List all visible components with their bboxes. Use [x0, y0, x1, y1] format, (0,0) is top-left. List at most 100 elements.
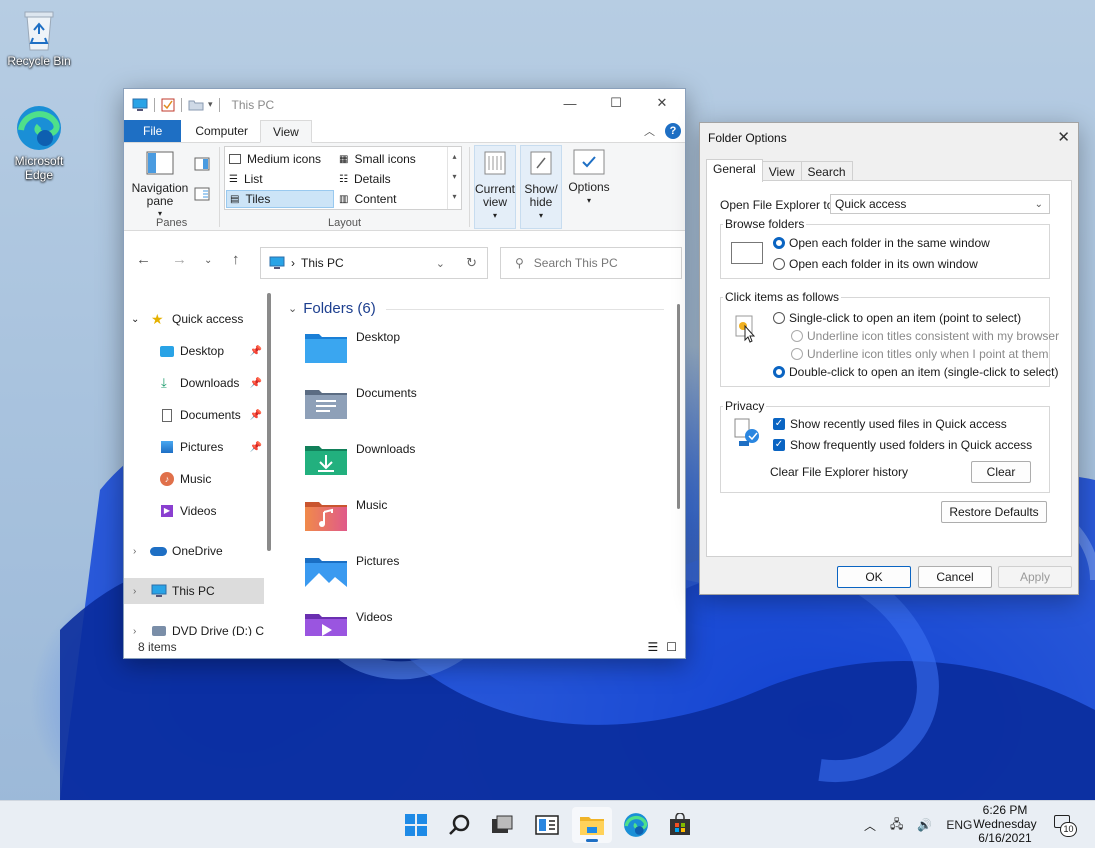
desktop-icon-recycle-bin[interactable]: Recycle Bin: [4, 8, 74, 68]
nav-item-label: OneDrive: [172, 544, 223, 558]
folder-tile-pictures[interactable]: Pictures: [304, 554, 399, 588]
address-bar[interactable]: › This PC ⌄ ↻: [260, 247, 488, 279]
tab-view[interactable]: View: [761, 161, 802, 182]
nav-item-documents[interactable]: Documents 📌: [124, 402, 264, 428]
restore-defaults-button[interactable]: Restore Defaults: [941, 501, 1047, 523]
radio-underline-point[interactable]: Underline icon titles only when I point …: [791, 347, 1048, 361]
taskbar-store[interactable]: [660, 807, 700, 843]
collapse-ribbon-icon[interactable]: ︿: [644, 123, 655, 139]
taskbar-file-explorer[interactable]: [572, 807, 612, 843]
radio-own-window[interactable]: Open each folder in its own window: [773, 257, 978, 271]
tab-view[interactable]: View: [260, 120, 312, 143]
nav-pane-scrollbar[interactable]: [267, 293, 271, 551]
nav-item-quick-access[interactable]: ⌄ ★ Quick access: [124, 306, 264, 332]
help-icon[interactable]: ?: [665, 123, 681, 139]
dialog-close-button[interactable]: ✕: [1057, 128, 1070, 146]
folder-tile-documents[interactable]: Documents: [304, 386, 417, 420]
chevron-right-icon[interactable]: ›: [133, 626, 136, 637]
options-button[interactable]: Options ▾: [566, 149, 612, 207]
notifications-button[interactable]: 10: [1054, 815, 1077, 837]
layout-details[interactable]: ☷ Details: [336, 170, 444, 188]
folders-group-header[interactable]: ⌄ Folders (6): [288, 300, 376, 317]
nav-item-desktop[interactable]: Desktop 📌: [124, 338, 264, 364]
taskbar-start[interactable]: [396, 807, 436, 843]
large-icons-view-icon[interactable]: ☐: [666, 640, 677, 654]
desktop-icon-edge[interactable]: Microsoft Edge: [4, 104, 74, 182]
file-explorer-window[interactable]: ▾ This PC — ☐ ✕ File Computer View ︿ ? N…: [123, 88, 686, 659]
chevron-down-icon[interactable]: ⌄: [131, 314, 139, 325]
address-path[interactable]: This PC: [301, 256, 344, 270]
folder-tile-music[interactable]: Music: [304, 498, 387, 532]
minimize-button[interactable]: —: [547, 89, 593, 117]
new-folder-icon[interactable]: [188, 99, 204, 111]
address-dropdown-icon[interactable]: ⌄: [436, 257, 445, 270]
tab-general[interactable]: General: [706, 159, 763, 182]
nav-item-onedrive[interactable]: › OneDrive: [124, 538, 264, 564]
nav-item-downloads[interactable]: ⤓ Downloads 📌: [124, 370, 264, 396]
clear-history-button[interactable]: Clear: [971, 461, 1031, 483]
radio-same-window[interactable]: Open each folder in the same window: [773, 236, 990, 250]
layout-list[interactable]: ☰ List: [226, 170, 334, 188]
maximize-button[interactable]: ☐: [593, 89, 639, 117]
taskbar-search[interactable]: [440, 807, 480, 843]
details-view-icon[interactable]: ☰: [647, 640, 658, 654]
radio-single-click[interactable]: Single-click to open an item (point to s…: [773, 311, 1021, 325]
layout-small-icons[interactable]: ▦ Small icons: [336, 150, 444, 168]
nav-item-videos[interactable]: ▶ Videos: [124, 498, 264, 524]
tab-file[interactable]: File: [124, 120, 182, 142]
chevron-right-icon[interactable]: ›: [133, 546, 136, 557]
nav-item-music[interactable]: ♪ Music: [124, 466, 264, 492]
layout-medium-icons[interactable]: Medium icons: [226, 150, 334, 168]
taskbar-edge[interactable]: [616, 807, 656, 843]
taskbar-widgets[interactable]: [527, 807, 567, 843]
properties-icon[interactable]: [161, 98, 175, 112]
nav-item-label: Desktop: [180, 344, 225, 358]
folder-options-dialog[interactable]: Folder Options ✕ General View Search Ope…: [699, 122, 1079, 595]
radio-double-click[interactable]: Double-click to open an item (single-cli…: [773, 365, 1058, 379]
forward-arrow-icon[interactable]: →: [172, 251, 187, 268]
network-icon[interactable]: 🖧: [890, 815, 903, 836]
radio-underline-browser[interactable]: Underline icon titles consistent with my…: [791, 329, 1059, 343]
open-to-select[interactable]: Quick access ⌄: [830, 194, 1050, 214]
explorer-titlebar[interactable]: ▾ This PC — ☐ ✕: [124, 89, 685, 120]
taskbar-task-view[interactable]: [482, 807, 522, 843]
apply-button[interactable]: Apply: [998, 566, 1072, 588]
layout-gallery-scroll[interactable]: ▴ ▾ ▾: [447, 147, 461, 209]
current-view-button[interactable]: Current view ▾: [474, 145, 516, 229]
ok-button[interactable]: OK: [837, 566, 911, 588]
search-box[interactable]: ⚲ Search This PC: [500, 247, 682, 279]
search-placeholder[interactable]: Search This PC: [534, 256, 618, 270]
show-hide-button[interactable]: Show/ hide ▾: [520, 145, 562, 229]
folder-tile-downloads[interactable]: Downloads: [304, 442, 415, 476]
cancel-button[interactable]: Cancel: [918, 566, 992, 588]
details-pane-icon[interactable]: [194, 187, 210, 201]
checkbox-recent-files[interactable]: ✓ Show recently used files in Quick acces…: [773, 417, 1007, 431]
music-icon: ♪: [160, 472, 174, 486]
volume-icon[interactable]: 🔊: [917, 818, 932, 832]
chevron-up-icon[interactable]: ︿: [864, 817, 876, 834]
folder-tile-desktop[interactable]: Desktop: [304, 330, 400, 364]
checkbox-frequent-folders[interactable]: ✓ Show frequently used folders in Quick a…: [773, 438, 1032, 452]
tab-computer[interactable]: Computer: [181, 120, 260, 142]
navigation-pane-button[interactable]: Navigation pane ▾: [130, 151, 190, 220]
back-arrow-icon[interactable]: ←: [136, 251, 151, 268]
chevron-right-icon[interactable]: ›: [133, 586, 136, 597]
folder-tile-videos[interactable]: Videos: [304, 610, 392, 636]
layout-tiles[interactable]: ▤ Tiles: [226, 190, 334, 208]
qat-dropdown-icon[interactable]: ▾: [208, 99, 213, 110]
show-hide-icon: [530, 151, 552, 175]
up-arrow-icon[interactable]: ↑: [232, 251, 240, 268]
clock[interactable]: 6:26 PM Wednesday 6/16/2021: [967, 803, 1043, 845]
nav-item-pictures[interactable]: Pictures 📌: [124, 434, 264, 460]
recent-locations-icon[interactable]: ⌄: [204, 255, 212, 266]
preview-pane-icon[interactable]: [194, 157, 210, 171]
tab-search[interactable]: Search: [800, 161, 853, 182]
refresh-icon[interactable]: ↻: [466, 255, 477, 271]
content-scrollbar[interactable]: [677, 304, 680, 509]
navigation-pane: ⌄ ★ Quick access Desktop 📌 ⤓ Downloads 📌…: [124, 290, 264, 636]
nav-item-dvd-drive[interactable]: › DVD Drive (D:) CC: [124, 618, 264, 636]
close-button[interactable]: ✕: [639, 89, 685, 117]
layout-content[interactable]: ▥ Content: [336, 190, 444, 208]
nav-item-this-pc[interactable]: › This PC: [124, 578, 264, 604]
nav-item-label: This PC: [172, 584, 215, 598]
